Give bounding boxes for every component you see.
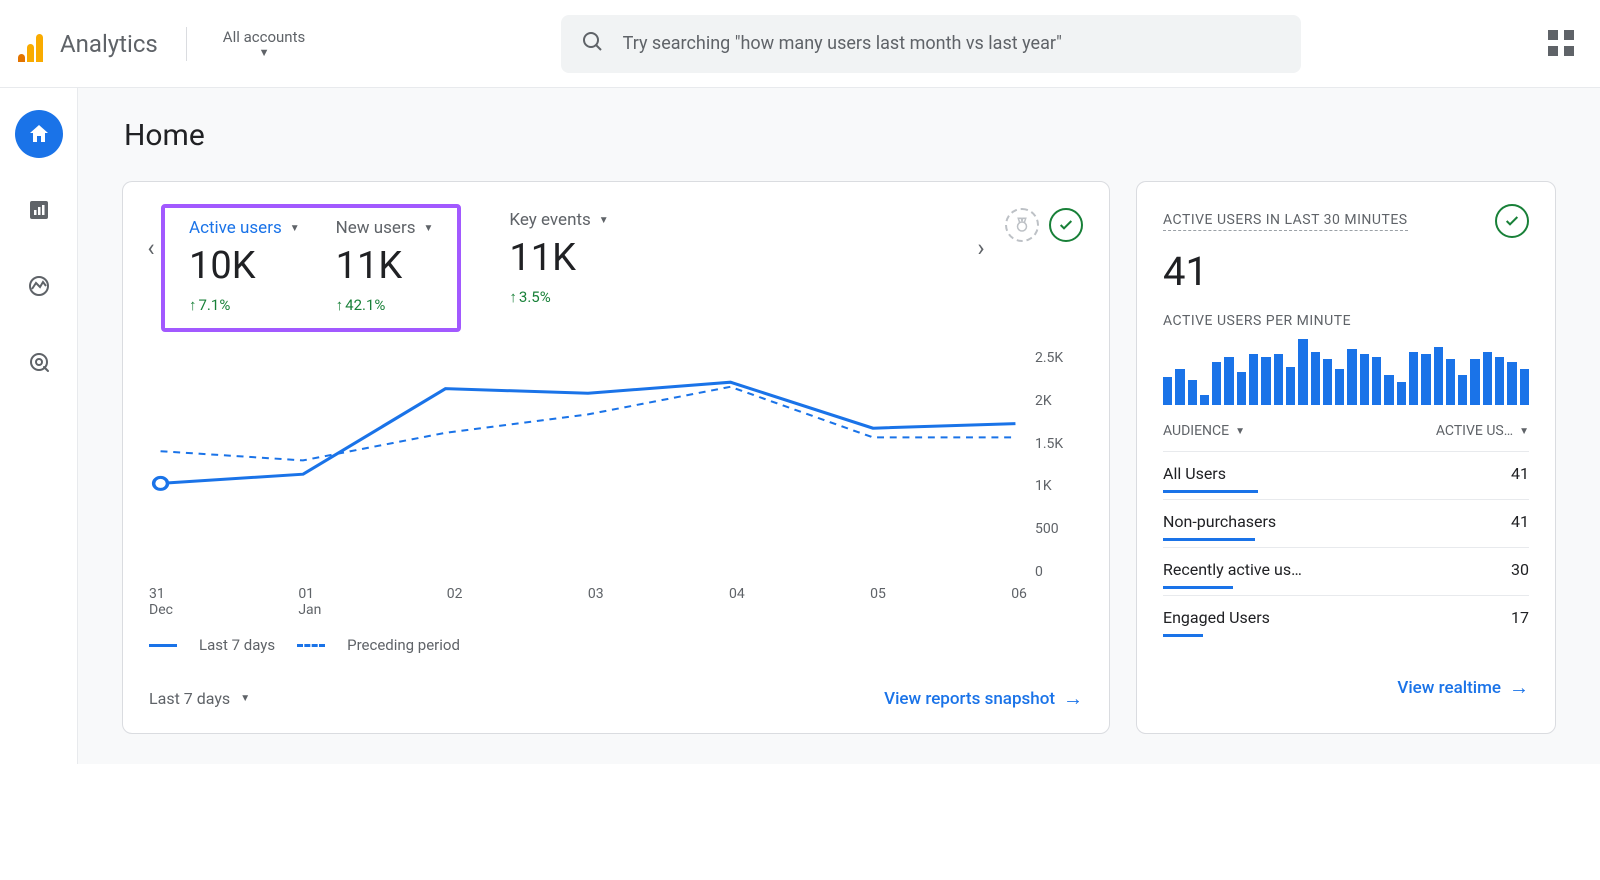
audience-column-header[interactable]: AUDIENCE ▼ <box>1163 423 1245 439</box>
view-reports-link[interactable]: View reports snapshot→ <box>884 686 1083 711</box>
date-range-picker[interactable]: Last 7 days ▼ <box>149 689 250 708</box>
legend-solid-icon <box>149 644 177 647</box>
metrics-prev-button[interactable]: ‹ <box>135 232 167 264</box>
dropdown-icon: ▼ <box>259 46 270 59</box>
legend-dashed-icon <box>297 644 325 647</box>
metric-active-users[interactable]: Active users ▼ 10K ↑ 7.1% <box>171 212 318 324</box>
metric-label: New users ▼ <box>336 218 434 238</box>
metrics-row: ‹ Active users ▼ 10K ↑ 7.1% New users ▼ … <box>149 204 1083 332</box>
metric-new-users[interactable]: New users ▼ 11K ↑ 42.1% <box>318 212 452 324</box>
audience-row[interactable]: Engaged Users 17 <box>1163 595 1529 643</box>
top-bar: Analytics All accounts ▼ Try searching "… <box>0 0 1600 88</box>
metrics-next-button[interactable]: › <box>965 232 997 264</box>
chart-y-axis: 2.5K2K1.5K1K5000 <box>1035 350 1083 580</box>
nav-reports[interactable] <box>15 186 63 234</box>
metrics-highlight: Active users ▼ 10K ↑ 7.1% New users ▼ 11… <box>161 204 461 332</box>
audience-row-value: 41 <box>1511 464 1529 483</box>
audience-row[interactable]: Non-purchasers 41 <box>1163 499 1529 547</box>
page-title: Home <box>124 118 1556 153</box>
medal-badge-icon[interactable] <box>1005 208 1039 242</box>
status-ok-icon[interactable] <box>1049 208 1083 242</box>
active-users-column-header[interactable]: ACTIVE US… ▼ <box>1436 423 1529 439</box>
logo-group: Analytics <box>12 26 158 62</box>
dropdown-icon: ▼ <box>1235 426 1245 437</box>
audience-row-label: Non-purchasers <box>1163 512 1276 531</box>
per-minute-title: ACTIVE USERS PER MINUTE <box>1163 313 1529 329</box>
legend-label-previous: Preceding period <box>347 636 460 654</box>
search-input[interactable]: Try searching "how many users last month… <box>561 15 1301 73</box>
brand-name: Analytics <box>60 30 158 58</box>
legend-label-current: Last 7 days <box>199 636 275 654</box>
metric-key-events[interactable]: Key events ▼ 11K ↑ 3.5% <box>491 204 626 316</box>
audience-row-label: Engaged Users <box>1163 608 1270 627</box>
audience-row-value: 41 <box>1511 512 1529 531</box>
realtime-card: ACTIVE USERS IN LAST 30 MINUTES 41 ACTIV… <box>1136 181 1556 734</box>
search-icon <box>581 30 605 58</box>
overview-card: ‹ Active users ▼ 10K ↑ 7.1% New users ▼ … <box>122 181 1110 734</box>
audience-row-value: 30 <box>1511 560 1529 579</box>
side-nav <box>0 88 78 764</box>
nav-explore[interactable] <box>15 262 63 310</box>
status-ok-icon[interactable] <box>1495 204 1529 238</box>
dropdown-icon: ▼ <box>290 223 300 234</box>
audience-rows: All Users 41 Non-purchasers 41 Recently acti… <box>1163 451 1529 643</box>
per-minute-chart <box>1163 339 1529 405</box>
audience-row[interactable]: Recently active us… 30 <box>1163 547 1529 595</box>
metric-delta: ↑ 3.5% <box>509 288 608 306</box>
audience-table-header: AUDIENCE ▼ ACTIVE US… ▼ <box>1163 423 1529 439</box>
nav-advertising[interactable] <box>15 338 63 386</box>
realtime-value: 41 <box>1163 248 1529 295</box>
metric-value: 11K <box>336 244 434 288</box>
audience-row[interactable]: All Users 41 <box>1163 451 1529 499</box>
metric-delta: ↑ 7.1% <box>189 296 300 314</box>
audience-row-value: 17 <box>1511 608 1529 627</box>
dropdown-icon: ▼ <box>1519 426 1529 437</box>
main-chart: 2.5K2K1.5K1K5000 <box>149 350 1083 600</box>
account-picker-label: All accounts <box>223 28 305 46</box>
metric-label: Key events ▼ <box>509 210 608 230</box>
apps-grid-icon[interactable] <box>1548 30 1576 58</box>
divider <box>186 27 187 61</box>
realtime-title: ACTIVE USERS IN LAST 30 MINUTES <box>1163 212 1408 231</box>
dropdown-icon: ▼ <box>599 215 609 226</box>
metric-delta: ↑ 42.1% <box>336 296 434 314</box>
search-placeholder: Try searching "how many users last month… <box>623 33 1062 54</box>
arrow-right-icon: → <box>1509 675 1529 700</box>
arrow-right-icon: → <box>1063 686 1083 711</box>
nav-home[interactable] <box>15 110 63 158</box>
view-realtime-link[interactable]: View realtime→ <box>1397 675 1529 700</box>
audience-row-label: Recently active us… <box>1163 560 1302 579</box>
dropdown-icon: ▼ <box>424 223 434 234</box>
metric-label: Active users ▼ <box>189 218 300 238</box>
metric-value: 10K <box>189 244 300 288</box>
metric-value: 11K <box>509 236 608 280</box>
analytics-logo-icon <box>12 26 48 62</box>
account-picker[interactable]: All accounts ▼ <box>215 28 313 59</box>
chart-legend: Last 7 days Preceding period <box>149 636 1083 654</box>
dropdown-icon: ▼ <box>240 693 250 704</box>
audience-row-label: All Users <box>1163 464 1226 483</box>
